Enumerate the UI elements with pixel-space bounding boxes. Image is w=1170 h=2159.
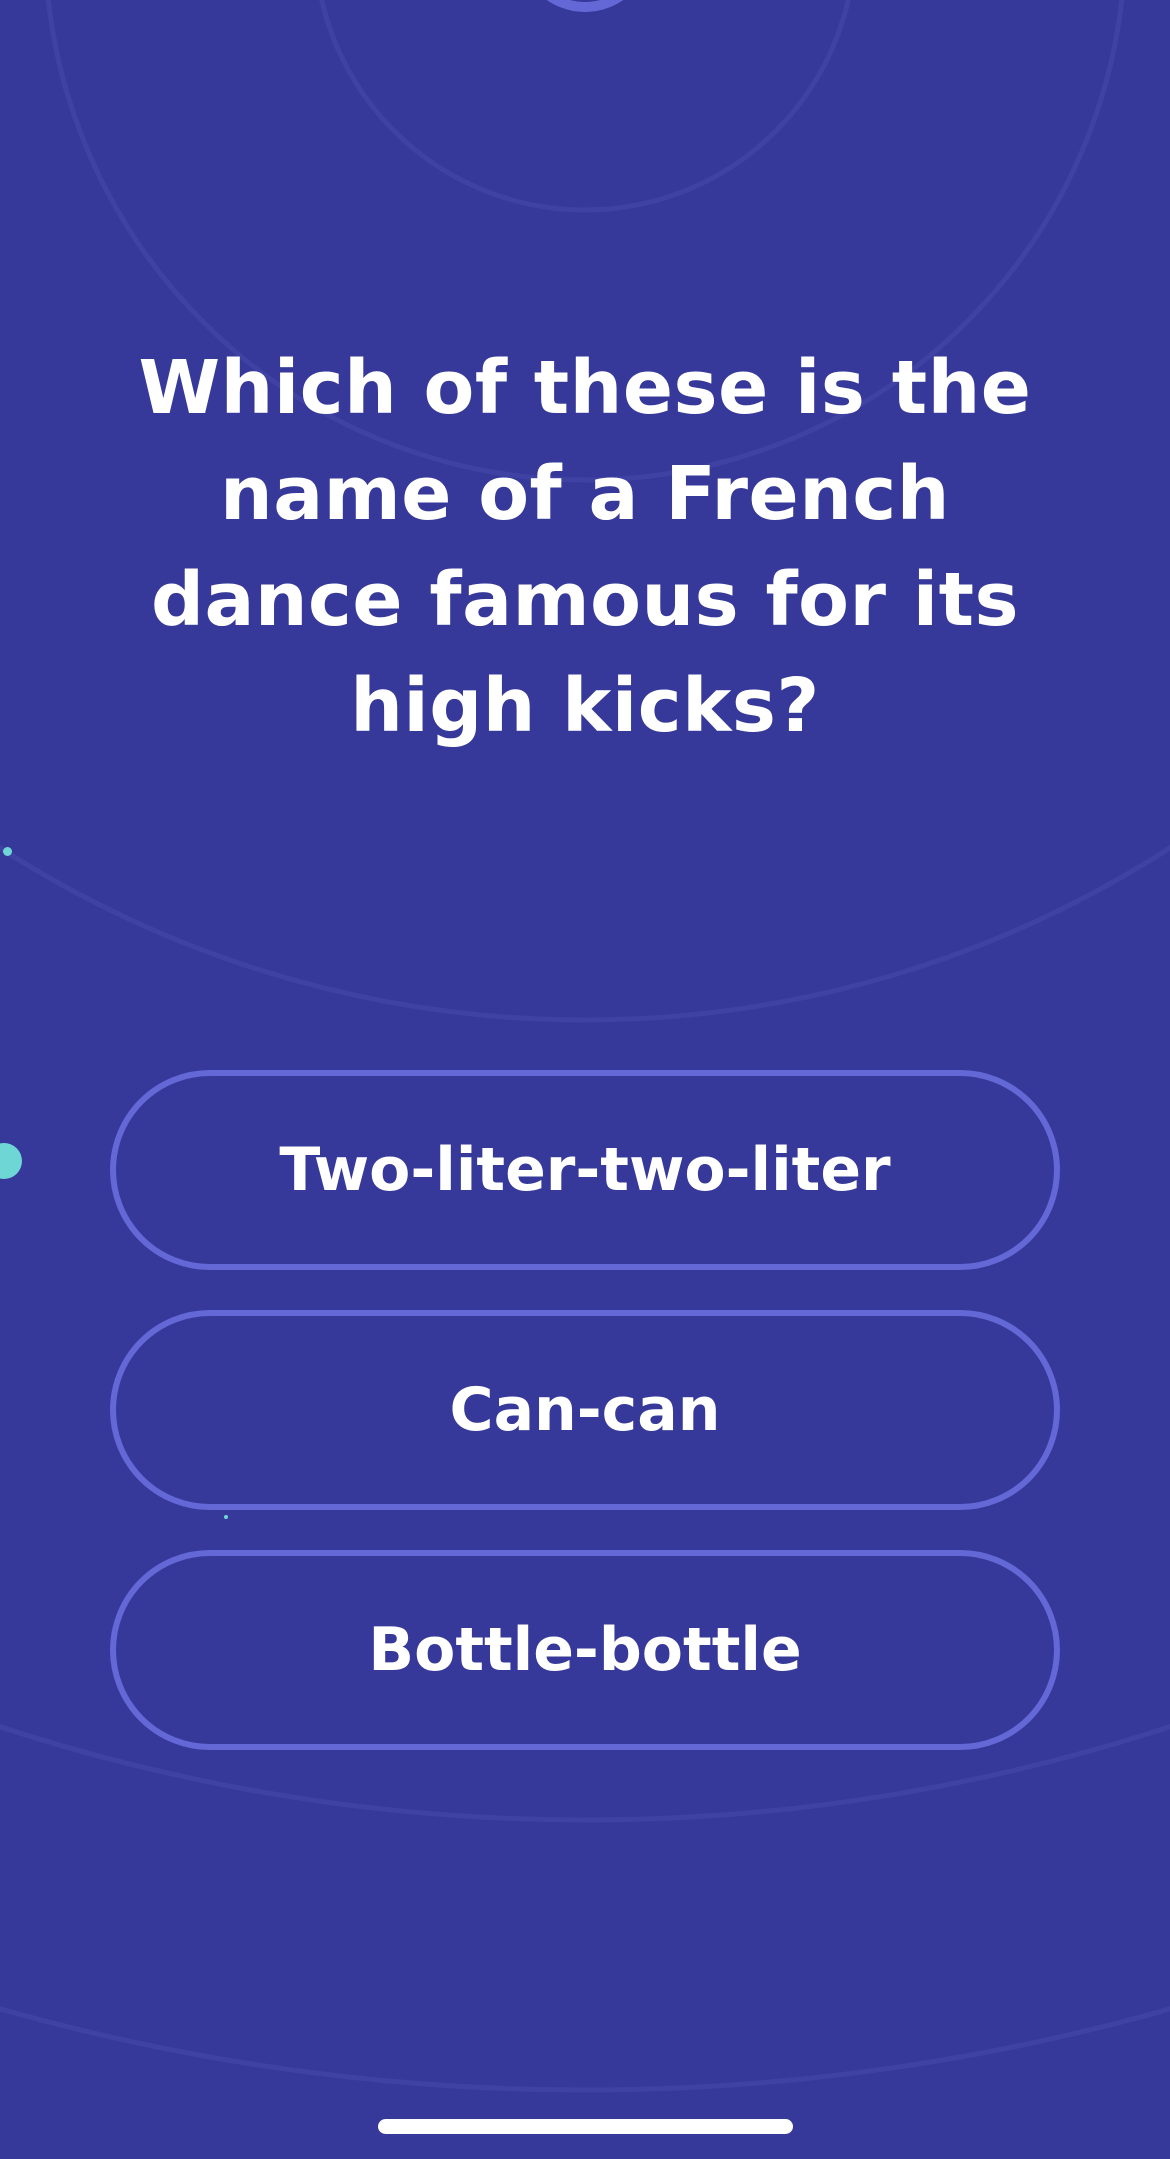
- answer-label: Two-liter-two-liter: [279, 1135, 891, 1205]
- home-indicator[interactable]: [378, 2119, 793, 2134]
- answer-button-1[interactable]: Two-liter-two-liter: [110, 1070, 1060, 1270]
- question-text: Which of these is the name of a French d…: [138, 345, 1032, 749]
- timer-ring-icon: [546, 0, 624, 12]
- accent-dot-small: [3, 847, 12, 856]
- answer-label: Bottle-bottle: [368, 1615, 802, 1685]
- quiz-screen: Which of these is the name of a French d…: [0, 0, 1170, 2159]
- answer-label: Can-can: [449, 1375, 721, 1445]
- accent-dot-tiny: [224, 1515, 228, 1519]
- answer-button-3[interactable]: Bottle-bottle: [110, 1550, 1060, 1750]
- answer-button-2[interactable]: Can-can: [110, 1310, 1060, 1510]
